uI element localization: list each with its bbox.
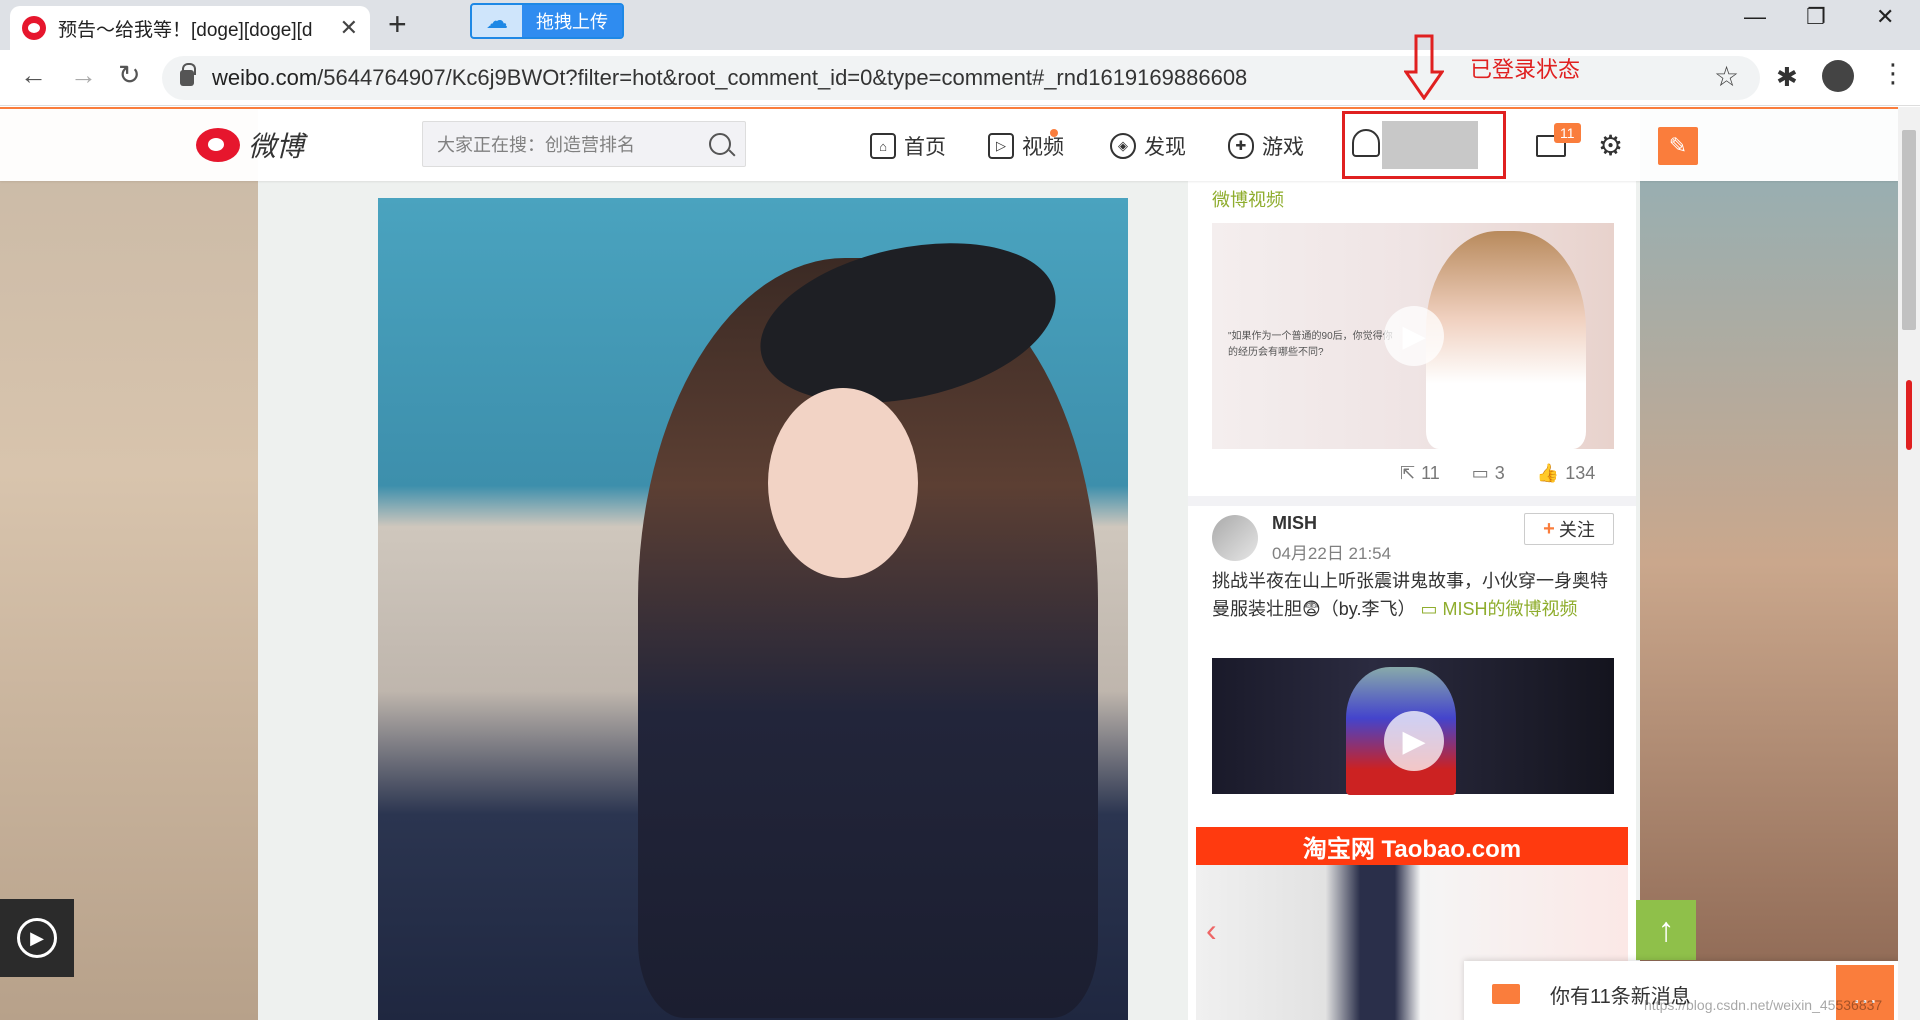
- url-host: weibo.com: [212, 65, 318, 90]
- search-input[interactable]: 大家正在搜：创造营排名: [422, 121, 746, 167]
- post-author[interactable]: MISH: [1272, 513, 1317, 534]
- thumbs-up-icon: 👍: [1536, 463, 1560, 483]
- nav-home-label: 首页: [904, 136, 946, 159]
- post-video-link-label: MISH的微博视频: [1442, 599, 1578, 619]
- back-to-top-button[interactable]: ↑: [1636, 900, 1696, 960]
- background-art-left: [0, 107, 258, 1020]
- background-art-right: [1640, 107, 1898, 1020]
- minimize-icon[interactable]: —: [1744, 4, 1766, 30]
- nav-games[interactable]: ✚ 游戏: [1228, 131, 1304, 161]
- reload-icon[interactable]: ↻: [118, 60, 141, 91]
- extensions-icon[interactable]: ✱: [1776, 62, 1798, 93]
- mail-badge: 11: [1554, 123, 1581, 143]
- lock-icon: [180, 63, 196, 86]
- new-tab-button[interactable]: +: [388, 6, 407, 43]
- play-icon: ▶: [17, 918, 57, 958]
- nav-discover-label: 发现: [1144, 136, 1186, 159]
- search-placeholder: 大家正在搜：创造营排名: [437, 135, 635, 155]
- follow-button[interactable]: + 关注: [1524, 513, 1614, 545]
- follow-label: 关注: [1558, 520, 1595, 540]
- close-window-icon[interactable]: ✕: [1876, 4, 1894, 30]
- scrollbar-marker: [1906, 380, 1912, 450]
- plus-icon: +: [1543, 517, 1555, 540]
- sidebar-divider: [1188, 496, 1636, 506]
- weibo-logo-text: 微博: [248, 130, 305, 163]
- logged-in-highlight-box: [1342, 111, 1506, 179]
- weibo-video-link[interactable]: 微博视频: [1212, 186, 1284, 212]
- profile-avatar-icon[interactable]: [1822, 60, 1854, 92]
- nav-home[interactable]: ⌂ 首页: [870, 131, 946, 161]
- nav-discover[interactable]: ◈ 发现: [1110, 131, 1186, 161]
- maximize-icon[interactable]: ❐: [1806, 4, 1826, 30]
- gamepad-icon: ✚: [1228, 133, 1254, 159]
- bookmark-star-icon[interactable]: ☆: [1714, 60, 1739, 93]
- back-icon[interactable]: ←: [20, 60, 47, 91]
- comment-button[interactable]: ▭ 3: [1472, 463, 1505, 484]
- nav-games-label: 游戏: [1262, 136, 1304, 159]
- share-icon: ⇱: [1400, 463, 1416, 483]
- nav-video-label: 视频: [1022, 136, 1064, 159]
- page-viewport: ▶ 微博视频 "如果作为一个普通的90后，你觉得你的经历会有哪些不同? ▶ ⇱ 1…: [0, 107, 1898, 1020]
- nav-video[interactable]: ▷ 视频: [988, 129, 1064, 161]
- play-icon[interactable]: ▶: [1384, 711, 1444, 771]
- video-icon: ▷: [988, 133, 1014, 159]
- compose-button[interactable]: ✎: [1658, 127, 1698, 165]
- play-icon[interactable]: ▶: [1384, 306, 1444, 366]
- post-image[interactable]: [378, 198, 1128, 1020]
- ad-title[interactable]: 淘宝网 Taobao.com: [1196, 827, 1628, 865]
- weibo-logo[interactable]: 微博: [196, 125, 304, 165]
- weibo-favicon-icon: [22, 16, 46, 40]
- video-thumbnail-quote: "如果作为一个普通的90后，你觉得你的经历会有哪些不同?: [1228, 331, 1393, 358]
- post-text: 挑战半夜在山上听张震讲鬼故事，小伙穿一身奥特曼服装壮胆😨（by.李飞） ▭ MI…: [1212, 567, 1616, 623]
- repost-count: 11: [1421, 463, 1440, 483]
- like-button[interactable]: 👍 134: [1537, 463, 1595, 484]
- post-time: 04月22日 21:54: [1272, 544, 1392, 563]
- photo-face: [768, 388, 918, 578]
- browser-menu-icon[interactable]: ⋮: [1880, 60, 1906, 86]
- ad-prev-icon[interactable]: ‹: [1206, 912, 1217, 949]
- envelope-icon: [1492, 984, 1520, 1004]
- post-video-link[interactable]: ▭ MISH的微博视频: [1420, 599, 1577, 619]
- edit-icon: ✎: [1668, 133, 1688, 158]
- new-dot: [1050, 129, 1058, 137]
- upload-extension-label: 拖拽上传: [522, 5, 622, 37]
- comment-count: 3: [1494, 463, 1505, 483]
- home-icon: ⌂: [870, 133, 896, 159]
- search-icon[interactable]: [709, 133, 731, 155]
- avatar[interactable]: [1212, 515, 1258, 561]
- upload-extension-button[interactable]: ☁ 拖拽上传: [470, 3, 624, 39]
- video-thumbnail-person: [1426, 231, 1586, 449]
- scrollbar-thumb[interactable]: [1902, 130, 1916, 330]
- cloud-icon: ☁: [486, 8, 508, 33]
- tab-title: 预告～给我等！[doge][doge][d: [58, 19, 313, 41]
- browser-tab[interactable]: 预告～给我等！[doge][doge][d ✕: [10, 6, 370, 50]
- annotation-text: 已登录状态: [1470, 57, 1581, 82]
- watermark: https://blog.csdn.net/weixin_45536837: [1644, 997, 1883, 1013]
- background-play-button[interactable]: ▶: [0, 899, 74, 977]
- url-path: /5644764907/Kc6j9BWOt?filter=hot&root_co…: [317, 65, 1248, 90]
- compass-icon: ◈: [1110, 133, 1136, 159]
- forward-icon[interactable]: →: [70, 60, 97, 91]
- repost-button[interactable]: ⇱ 11: [1400, 463, 1440, 484]
- gear-icon[interactable]: ⚙: [1598, 129, 1623, 162]
- comment-icon: ▭: [1471, 463, 1489, 483]
- annotation-arrow-icon: [1404, 34, 1444, 100]
- video-stats: ⇱ 11 ▭ 3 👍 134: [1400, 463, 1595, 484]
- weibo-logo-icon: [196, 128, 240, 162]
- like-count: 134: [1565, 463, 1596, 483]
- close-tab-icon[interactable]: ✕: [340, 15, 358, 41]
